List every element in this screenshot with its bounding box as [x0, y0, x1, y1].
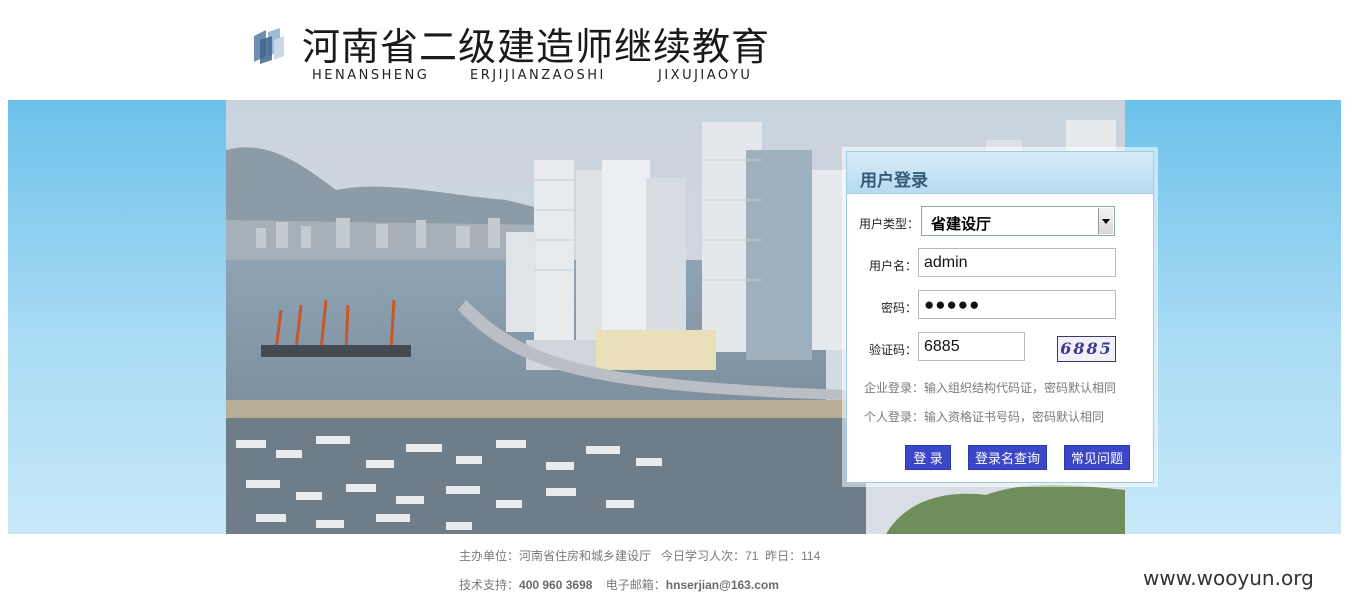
today-visits-label: 今日学习人次： — [661, 549, 746, 563]
hint-personal-login: 个人登录：输入资格证书号码，密码默认相同 — [864, 410, 1105, 424]
login-title: 用户登录 — [860, 171, 928, 190]
site-subtitle-pinyin-1: HENANSHENG — [312, 68, 430, 83]
site-subtitle-pinyin-3: JIXUJIAOYU — [658, 68, 753, 83]
user-type-select[interactable]: 省建设厅 — [921, 206, 1115, 236]
site-title: 河南省二级建造师继续教育 — [302, 25, 771, 69]
password-input[interactable]: ●●●●● — [918, 290, 1116, 319]
footer-support-line: 技术支持：400 960 3698 电子邮箱：hnserjian@163.com — [459, 576, 779, 593]
page-header: 河南省二级建造师继续教育 HENANSHENG ERJIJIANZAOSHI J… — [0, 0, 1349, 100]
user-type-label: 用户类型： — [858, 217, 919, 231]
captcha-image[interactable]: 6885 — [1057, 336, 1116, 362]
yesterday-visits-label: 昨日： — [765, 549, 802, 563]
host-label: 主办单位： — [459, 549, 520, 563]
login-name-query-button[interactable]: 登录名查询 — [968, 445, 1047, 470]
faq-button[interactable]: 常见问题 — [1064, 445, 1130, 470]
logo-icon — [254, 28, 284, 64]
password-label: 密码： — [880, 301, 917, 315]
host-value: 河南省住房和城乡建设厅 — [519, 549, 652, 563]
username-input[interactable]: admin — [918, 248, 1116, 277]
site-subtitle-pinyin-2: ERJIJIANZAOSHI — [470, 68, 606, 83]
login-button[interactable]: 登 录 — [905, 445, 951, 470]
support-phone: 400 960 3698 — [519, 578, 593, 592]
support-label: 技术支持： — [459, 578, 520, 592]
login-panel: 用户登录 用户类型： 省建设厅 用户名： admin 密码： ●●●●● 验证码… — [846, 151, 1154, 483]
email-value[interactable]: hnserjian@163.com — [666, 578, 779, 592]
user-type-value: 省建设厅 — [931, 216, 992, 233]
today-visits-value: 71 — [745, 549, 759, 563]
chevron-down-icon[interactable] — [1098, 208, 1113, 234]
captcha-label: 验证码： — [868, 343, 917, 357]
yesterday-visits-value: 114 — [801, 549, 821, 563]
watermark: www.wooyun.org — [1143, 566, 1314, 590]
captcha-input[interactable]: 6885 — [918, 332, 1025, 361]
username-label: 用户名： — [868, 259, 917, 273]
email-label: 电子邮箱： — [605, 578, 666, 592]
footer-host-line: 主办单位：河南省住房和城乡建设厅 今日学习人次：71 昨日：114 — [459, 547, 820, 564]
hint-company-login: 企业登录：输入组织结构代码证，密码默认相同 — [864, 381, 1117, 395]
